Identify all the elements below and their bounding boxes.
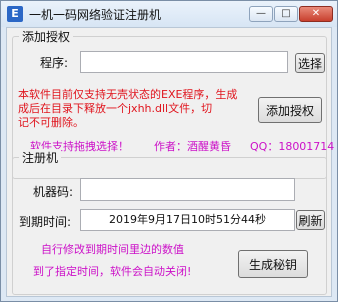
qq-label: QQ：18001714 [250,140,335,153]
machine-code-label: 机器码: [33,185,74,199]
app-icon: E [7,6,23,22]
expiry-label: 到期时间: [19,215,72,229]
machine-code-input[interactable] [80,178,295,201]
add-auth-button[interactable]: 添加授权 [258,97,322,123]
reg-group: 注册机 机器码: 到期时间: 2019年9月17日10时51分44秒 刷新 自行… [12,149,327,295]
program-label: 程序: [40,56,69,70]
reg-group-title: 注册机 [19,149,62,166]
window-title: 一机一码网络验证注册机 [29,8,162,22]
notice-line-3: 记不可删除。 [18,116,84,129]
main-window: E 一机一码网络验证注册机 — □ ✕ 添加授权 程序: 选择 本软件目前仅支持… [0,0,338,302]
auth-group-title: 添加授权 [19,28,74,45]
maximize-button[interactable]: □ [274,6,298,22]
minimize-button[interactable]: — [249,6,273,22]
browse-button[interactable]: 选择 [295,53,325,73]
author-label: 作者：酒醒黄昏 [154,140,231,153]
program-path-input[interactable] [80,51,288,73]
client-area: 添加授权 程序: 选择 本软件目前仅支持无壳状态的EXE程序，生成 成后在目录下… [6,27,335,297]
expiry-time-input[interactable]: 2019年9月17日10时51分44秒 [80,209,295,231]
close-button[interactable]: ✕ [299,6,333,22]
hint-line-1: 自行修改到期时间里边的数值 [41,243,184,256]
title-bar[interactable]: E 一机一码网络验证注册机 — □ ✕ [1,1,337,27]
generate-key-button[interactable]: 生成秘钥 [238,250,308,278]
refresh-button[interactable]: 刷新 [296,210,325,230]
hint-line-2: 到了指定时间，软件会自动关闭! [33,265,192,278]
